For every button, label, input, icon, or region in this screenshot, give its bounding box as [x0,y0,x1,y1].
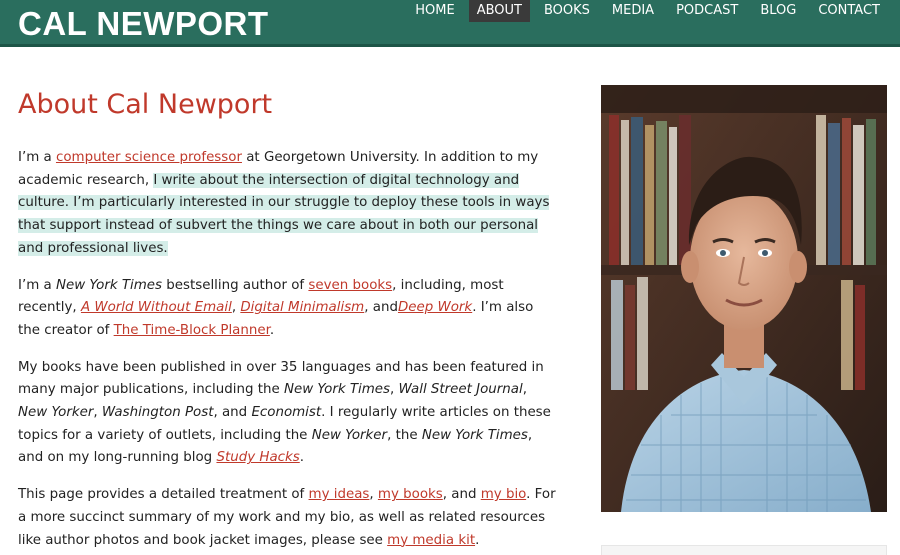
link-media-kit[interactable]: my media kit [387,533,475,548]
link-my-bio[interactable]: my bio [481,487,526,502]
text: . [475,532,480,548]
text: , and [213,405,252,421]
link-deep-work[interactable]: Deep Work [398,300,472,315]
text: , and [442,487,481,503]
text: I’m a [18,277,56,293]
author-photo [601,85,887,512]
text: , [369,487,378,503]
link-digital-minimalism[interactable]: Digital Minimalism [240,300,364,315]
nav-media[interactable]: MEDIA [604,0,662,22]
site-header: CAL NEWPORT HOME ABOUT BOOKS MEDIA PODCA… [0,0,900,47]
publication-name: Washington Post [101,405,214,421]
nav-books[interactable]: BOOKS [536,0,598,22]
publication-name: New York Times [421,427,528,443]
text: I’m a [18,150,56,165]
nav-home[interactable]: HOME [407,0,462,22]
text: , the [387,427,422,443]
nav-about[interactable]: ABOUT [468,0,530,22]
text: . [299,450,305,466]
link-my-ideas[interactable]: my ideas [309,487,370,502]
books-paragraph: I’m a New York Times bestselling author … [18,275,558,343]
link-my-books[interactable]: my books [378,487,443,502]
link-study-hacks[interactable]: Study Hacks [216,450,299,465]
main-nav: HOME ABOUT BOOKS MEDIA PODCAST BLOG CONT… [401,0,888,22]
sidebar-widget [601,545,887,555]
text: , [522,382,527,398]
publication-name: New York Times [283,382,390,398]
summary-paragraph: This page provides a detailed treatment … [18,484,558,552]
text: . [269,322,275,338]
link-cs-professor[interactable]: computer science professor [56,150,242,165]
publications-paragraph: My books have been published in over 35 … [18,357,558,471]
author-photo-illustration [601,85,887,512]
publication-name: New Yorker [18,405,94,421]
link-seven-books[interactable]: seven books [308,278,392,293]
publication-name: Wall Street Journal [398,382,523,398]
nav-podcast[interactable]: PODCAST [668,0,746,22]
page-title: About Cal Newport [18,89,273,120]
text: bestselling author of [162,277,309,293]
publication-name: New York Times [55,277,163,293]
publication-name: Economist [251,405,322,421]
text: This page provides a detailed treatment … [18,487,309,503]
intro-paragraph: I’m a computer science professor at Geor… [18,147,558,261]
main-content: About Cal Newport I’m a computer science… [18,85,558,555]
site-logo[interactable]: CAL NEWPORT [18,4,269,44]
nav-contact[interactable]: CONTACT [810,0,888,22]
nav-blog[interactable]: BLOG [752,0,804,22]
text: , and [364,300,398,316]
link-time-block-planner[interactable]: The Time-Block Planner [114,323,270,338]
text: , [390,382,399,398]
link-world-without-email[interactable]: A World Without Email [81,300,232,315]
text: , [93,405,102,421]
publication-name: New Yorker [311,427,388,443]
